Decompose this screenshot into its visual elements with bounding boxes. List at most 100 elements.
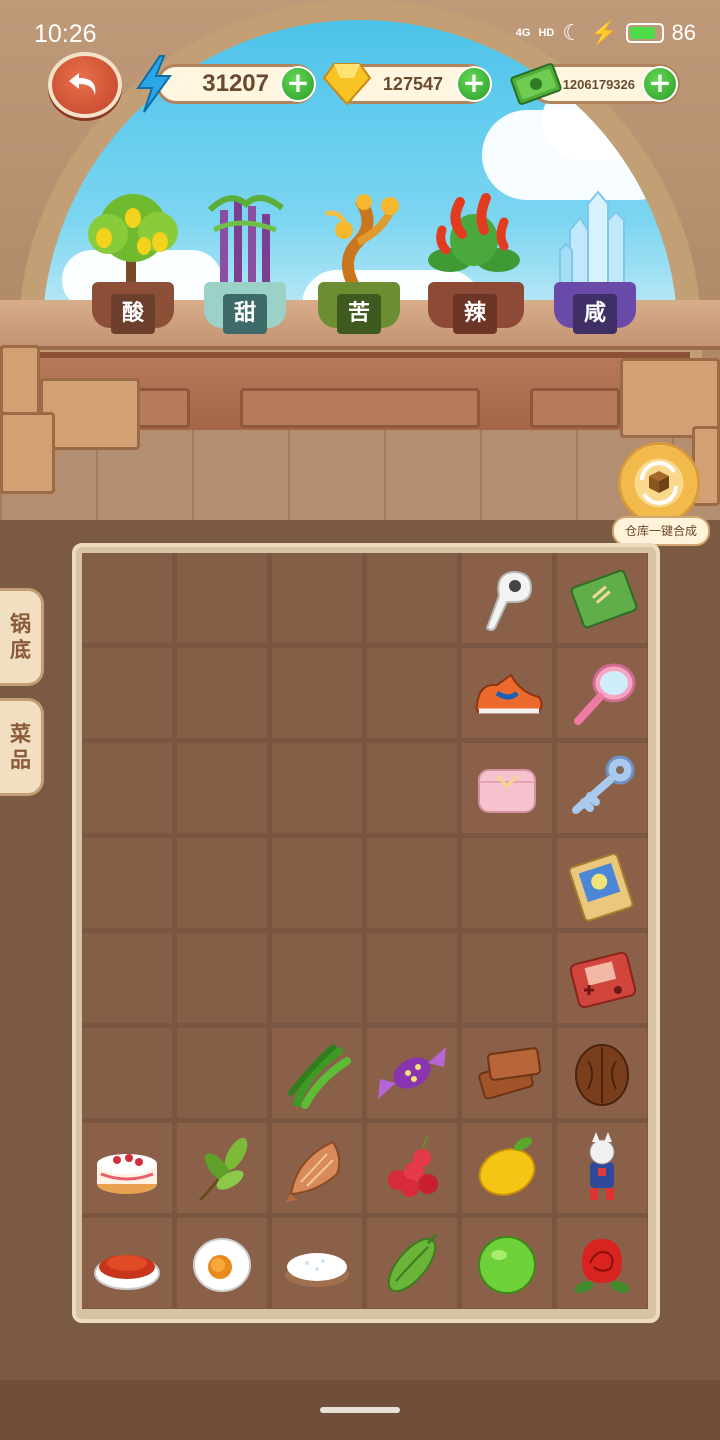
energy-value: 31207 xyxy=(202,70,269,97)
tea-leaf-icon xyxy=(198,1137,248,1202)
lemon-tree-icon xyxy=(88,194,178,285)
back-button[interactable] xyxy=(48,52,122,118)
salt-crystal-icon xyxy=(559,190,625,287)
flavor-label: 咸 xyxy=(573,294,617,334)
home-indicator[interactable] xyxy=(320,1407,400,1413)
flavor-label: 酸 xyxy=(111,294,155,334)
chili-powder-icon xyxy=(94,1255,160,1290)
sneaker-icon xyxy=(475,673,543,714)
add-energy-button[interactable]: + xyxy=(280,66,316,102)
inventory-slot-empty[interactable] xyxy=(462,933,552,1023)
inventory-slot-empty[interactable] xyxy=(177,933,267,1023)
inventory-slot-item[interactable] xyxy=(367,1218,457,1308)
flavor-sour-plant[interactable]: 酸 xyxy=(78,190,188,340)
inventory-slot-empty[interactable] xyxy=(82,648,172,738)
flavor-salty-plant[interactable]: 咸 xyxy=(540,190,650,340)
inventory-slot-empty[interactable] xyxy=(82,1028,172,1118)
inventory-slot-item[interactable] xyxy=(462,1218,552,1308)
gem-value: 127547 xyxy=(382,73,443,94)
inventory-slot-empty[interactable] xyxy=(177,553,267,643)
charging-icon: ⚡ xyxy=(590,20,618,45)
hd-indicator: HD xyxy=(538,27,555,39)
inventory-slot-item[interactable] xyxy=(557,1218,647,1308)
bitter-gourd-plant-icon xyxy=(325,194,399,289)
cake-icon xyxy=(97,1154,157,1194)
inventory-slot-item[interactable] xyxy=(557,933,647,1023)
flavor-spicy-plant[interactable]: 辣 xyxy=(420,190,530,340)
inventory-slot-empty[interactable] xyxy=(272,838,362,928)
tab-char: 菜 xyxy=(10,722,31,746)
inventory-slot-item[interactable] xyxy=(82,1123,172,1213)
lychee-icon xyxy=(388,1135,438,1197)
inventory-slot-item[interactable] xyxy=(272,1218,362,1308)
pink-purse-icon xyxy=(478,769,536,813)
key-icon xyxy=(572,755,635,814)
crate xyxy=(0,345,40,415)
inventory-slot-item[interactable] xyxy=(557,838,647,928)
inventory-slot-item[interactable] xyxy=(462,648,552,738)
crate xyxy=(40,378,140,450)
inventory-slot-empty[interactable] xyxy=(462,838,552,928)
walnut-icon xyxy=(575,1044,629,1106)
inventory-slot-item[interactable] xyxy=(272,1028,362,1118)
inventory-slot-empty[interactable] xyxy=(272,743,362,833)
inventory-slot-item[interactable] xyxy=(557,648,647,738)
inventory-slot-empty[interactable] xyxy=(82,933,172,1023)
lightning-icon xyxy=(136,55,172,113)
inventory-slot-item[interactable] xyxy=(557,1123,647,1213)
salt-bowl-icon xyxy=(285,1253,349,1287)
inventory-slot-empty[interactable] xyxy=(177,648,267,738)
inventory-slot-empty[interactable] xyxy=(367,933,457,1023)
cash-stack-icon xyxy=(510,63,562,105)
inventory-slot-empty[interactable] xyxy=(82,743,172,833)
inventory-slot-item[interactable] xyxy=(82,1218,172,1308)
tab-pot-base[interactable]: 锅 底 xyxy=(0,588,44,686)
inventory-slot-empty[interactable] xyxy=(272,553,362,643)
inventory-slot-item[interactable] xyxy=(462,743,552,833)
warehouse-merge-button[interactable] xyxy=(618,442,700,524)
inventory-slot-item[interactable] xyxy=(557,553,647,643)
status-bar: 10:26 4G HD ☾ ⚡ 86 xyxy=(0,0,720,60)
inventory-slot-empty[interactable] xyxy=(177,838,267,928)
green-chili-icon xyxy=(288,1044,351,1109)
inventory-slot-empty[interactable] xyxy=(177,1028,267,1118)
inventory-slot-item[interactable] xyxy=(177,1218,267,1308)
earbud-icon xyxy=(485,570,533,631)
inventory-slot-item[interactable] xyxy=(462,1028,552,1118)
tab-dishes[interactable]: 菜 品 xyxy=(0,698,44,796)
moon-icon: ☾ xyxy=(562,20,583,45)
toy-figure-icon xyxy=(589,1132,615,1200)
inventory-slot-empty[interactable] xyxy=(272,648,362,738)
inventory-slot-empty[interactable] xyxy=(367,743,457,833)
inventory-slot-empty[interactable] xyxy=(367,838,457,928)
inventory-slot-empty[interactable] xyxy=(177,743,267,833)
bitter-melon-icon xyxy=(387,1233,438,1293)
flavor-label: 苦 xyxy=(337,294,381,334)
flavor-label: 甜 xyxy=(223,294,267,334)
warehouse-merge-label[interactable]: 仓库一键合成 xyxy=(612,516,710,546)
tab-char: 品 xyxy=(10,748,31,772)
inventory-slot-item[interactable] xyxy=(462,553,552,643)
inventory-slot-item[interactable] xyxy=(557,1028,647,1118)
game-console-icon xyxy=(569,951,637,1009)
network-indicator: 4G xyxy=(515,27,531,39)
flavor-bitter-plant[interactable]: 苦 xyxy=(304,190,414,340)
inventory-slot-item[interactable] xyxy=(272,1123,362,1213)
add-gems-button[interactable]: + xyxy=(456,66,492,102)
inventory-slot-item[interactable] xyxy=(462,1123,552,1213)
inventory-slot-empty[interactable] xyxy=(367,648,457,738)
inventory-slot-item[interactable] xyxy=(557,743,647,833)
inventory-slot-empty[interactable] xyxy=(367,553,457,643)
add-cash-button[interactable]: + xyxy=(642,66,678,102)
inventory-slot-item[interactable] xyxy=(177,1123,267,1213)
battery-level xyxy=(629,27,656,39)
cash-value: 1206179326 xyxy=(562,76,635,92)
flavor-sweet-plant[interactable]: 甜 xyxy=(190,190,300,340)
inventory-slot-empty[interactable] xyxy=(272,933,362,1023)
inventory-slot-empty[interactable] xyxy=(82,838,172,928)
inventory-grid xyxy=(82,553,648,1309)
chili-plant-icon xyxy=(428,193,520,272)
inventory-slot-item[interactable] xyxy=(367,1123,457,1213)
inventory-slot-empty[interactable] xyxy=(82,553,172,643)
inventory-slot-item[interactable] xyxy=(367,1028,457,1118)
